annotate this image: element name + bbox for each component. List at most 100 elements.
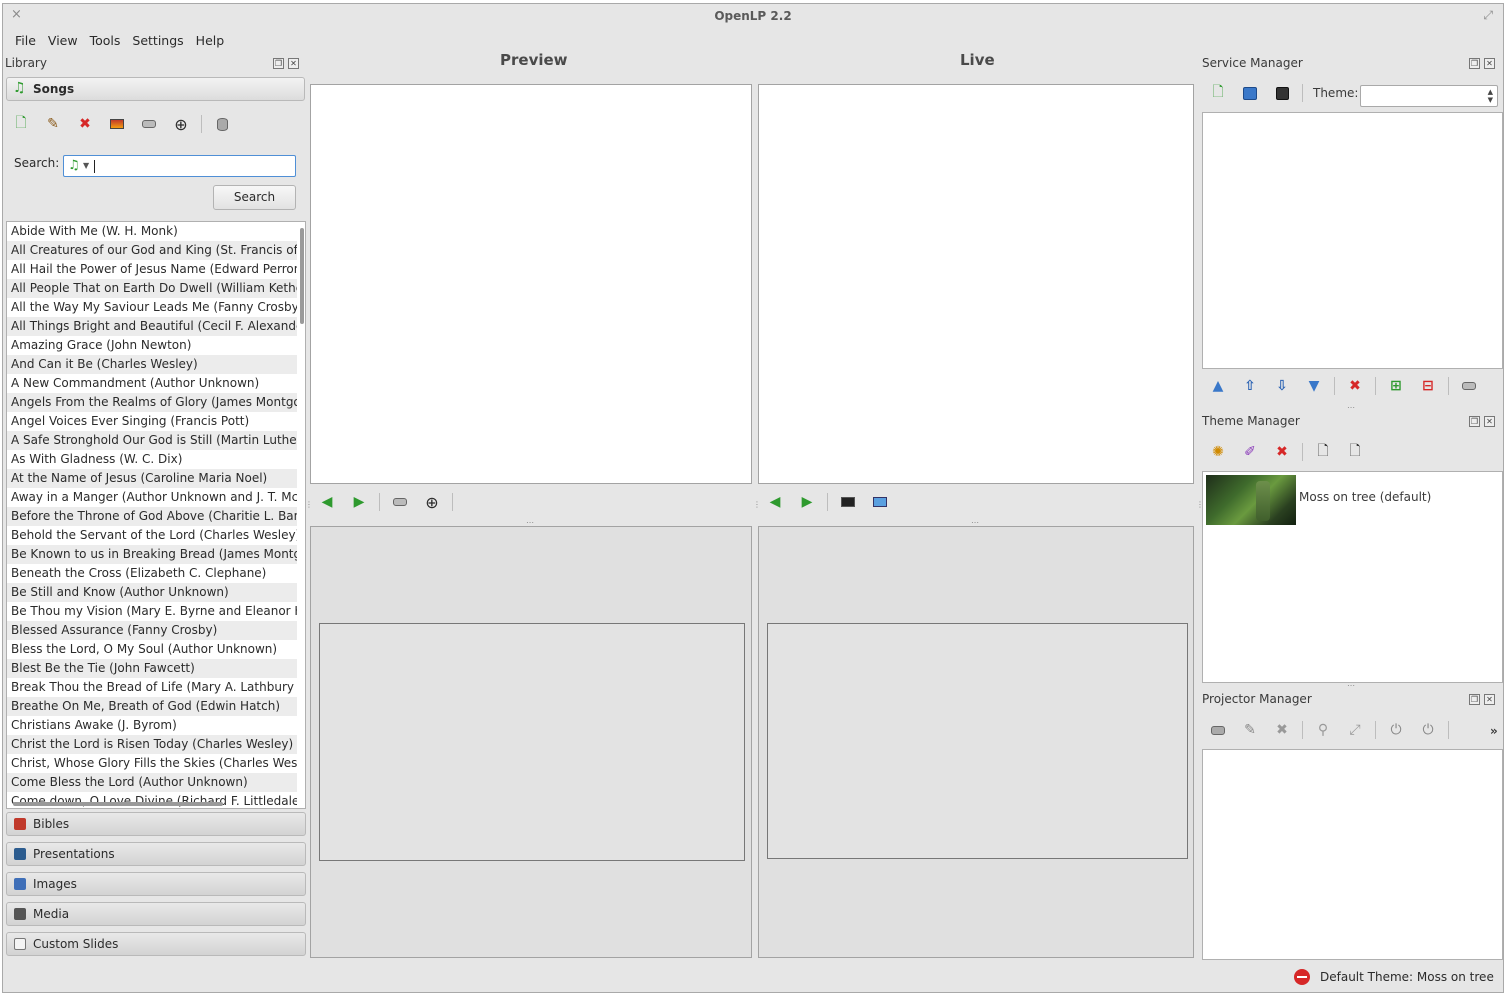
power-on-icon[interactable]: ⏻ <box>1380 718 1412 742</box>
show-desktop-icon[interactable] <box>864 490 896 514</box>
new-theme-icon[interactable]: ✺ <box>1202 440 1234 464</box>
song-list-item[interactable]: A Safe Stronghold Our God is Still (Mart… <box>7 431 297 450</box>
go-live-icon[interactable] <box>1453 374 1485 398</box>
menu-tools[interactable]: Tools <box>84 31 127 51</box>
plugin-tab-bibles[interactable]: Bibles <box>6 812 306 836</box>
move-to-top-icon[interactable]: ▲ <box>1202 374 1234 398</box>
song-list-item[interactable]: Behold the Servant of the Lord (Charles … <box>7 526 297 545</box>
song-list-item[interactable]: Amazing Grace (John Newton) <box>7 336 297 355</box>
database-icon[interactable] <box>206 112 238 136</box>
theme-thumbnail[interactable] <box>1206 475 1296 525</box>
add-to-service-icon[interactable]: ⊕ <box>416 490 448 514</box>
next-slide-icon[interactable]: ▶ <box>343 490 375 514</box>
service-list[interactable] <box>1202 112 1503 369</box>
edit-projector-icon[interactable]: ✎ <box>1234 718 1266 742</box>
close-dock-icon[interactable]: ✕ <box>1484 58 1495 69</box>
go-live-icon[interactable] <box>133 112 165 136</box>
song-list-item[interactable]: Break Thou the Bread of Life (Mary A. La… <box>7 678 297 697</box>
float-icon[interactable]: ❐ <box>1469 694 1480 705</box>
connect-icon[interactable]: ⚲ <box>1307 718 1339 742</box>
song-list[interactable]: Abide With Me (W. H. Monk) All Creatures … <box>6 221 306 809</box>
collapse-all-icon[interactable]: ⊟ <box>1412 374 1444 398</box>
song-list-item[interactable]: Be Thou my Vision (Mary E. Byrne and Ele… <box>7 602 297 621</box>
import-theme-icon[interactable]: 🗋 <box>1307 440 1339 464</box>
add-projector-icon[interactable] <box>1202 718 1234 742</box>
song-list-item[interactable]: All Creatures of our God and King (St. F… <box>7 241 297 260</box>
new-song-icon[interactable]: 🗋 <box>5 112 37 136</box>
move-up-icon[interactable]: ⇧ <box>1234 374 1266 398</box>
song-list-item[interactable]: All Things Bright and Beautiful (Cecil F… <box>7 317 297 336</box>
new-service-icon[interactable]: 🗋 <box>1202 81 1234 105</box>
spinner-arrows-icon[interactable]: ▲ ▼ <box>1488 88 1493 104</box>
open-service-icon[interactable] <box>1234 81 1266 105</box>
song-list-item[interactable]: Be Still and Know (Author Unknown) <box>7 583 297 602</box>
previous-slide-icon[interactable]: ◀ <box>311 490 343 514</box>
menu-file[interactable]: File <box>9 31 42 51</box>
disconnect-icon[interactable]: ⤢ <box>1339 718 1371 742</box>
edit-theme-icon[interactable]: ✐ <box>1234 440 1266 464</box>
search-button[interactable]: Search <box>213 185 296 210</box>
previous-slide-icon[interactable]: ◀ <box>759 490 791 514</box>
theme-item-name[interactable]: Moss on tree (default) <box>1299 490 1431 504</box>
splitter-grip[interactable]: ⋯ <box>1347 403 1355 412</box>
splitter-grip[interactable]: ⋯ <box>1347 681 1355 690</box>
preview-song-icon[interactable] <box>101 112 133 136</box>
song-list-item[interactable]: Before the Throne of God Above (Charitie… <box>7 507 297 526</box>
blank-screen-icon[interactable] <box>832 490 864 514</box>
plugin-tab-images[interactable]: Images <box>6 872 306 896</box>
theme-select[interactable]: ▲ ▼ <box>1360 85 1498 107</box>
horizontal-scrollbar[interactable] <box>13 802 223 806</box>
song-list-item[interactable]: Blessed Assurance (Fanny Crosby) <box>7 621 297 640</box>
song-list-item[interactable]: Beneath the Cross (Elizabeth C. Clephane… <box>7 564 297 583</box>
menu-settings[interactable]: Settings <box>126 31 189 51</box>
song-list-item[interactable]: A New Commandment (Author Unknown) <box>7 374 297 393</box>
menu-view[interactable]: View <box>42 31 84 51</box>
plugin-tab-custom-slides[interactable]: Custom Slides <box>6 932 306 956</box>
move-to-bottom-icon[interactable]: ▼ <box>1298 374 1330 398</box>
next-slide-icon[interactable]: ▶ <box>791 490 823 514</box>
more-tools-icon[interactable]: » <box>1490 724 1498 738</box>
song-list-item[interactable]: As With Gladness (W. C. Dix) <box>7 450 297 469</box>
delete-projector-icon[interactable]: ✖ <box>1266 718 1298 742</box>
song-list-item[interactable]: Blest Be the Tie (John Fawcett) <box>7 659 297 678</box>
song-list-item[interactable]: All People That on Earth Do Dwell (Willi… <box>7 279 297 298</box>
song-list-item[interactable]: All Hail the Power of Jesus Name (Edward… <box>7 260 297 279</box>
song-list-item[interactable]: Be Known to us in Breaking Bread (James … <box>7 545 297 564</box>
export-theme-icon[interactable]: 🗋 <box>1339 440 1371 464</box>
projector-list[interactable] <box>1202 749 1503 960</box>
float-icon[interactable]: ❐ <box>1469 58 1480 69</box>
plugin-tab-media[interactable]: Media <box>6 902 306 926</box>
power-off-icon[interactable]: ⏻ <box>1412 718 1444 742</box>
menu-help[interactable]: Help <box>190 31 231 51</box>
vertical-scrollbar[interactable] <box>300 228 304 324</box>
delete-song-icon[interactable]: ✖ <box>69 112 101 136</box>
delete-theme-icon[interactable]: ✖ <box>1266 440 1298 464</box>
song-list-item[interactable]: At the Name of Jesus (Caroline Maria Noe… <box>7 469 297 488</box>
float-icon[interactable]: ❐ <box>1469 416 1480 427</box>
song-list-item[interactable]: Christ the Lord is Risen Today (Charles … <box>7 735 297 754</box>
close-dock-icon[interactable]: ✕ <box>1484 694 1495 705</box>
song-list-item[interactable]: Come down, O Love Divine (Richard F. Lit… <box>7 792 297 808</box>
plugin-tab-presentations[interactable]: Presentations <box>6 842 306 866</box>
save-service-icon[interactable] <box>1266 81 1298 105</box>
close-dock-icon[interactable]: ✕ <box>1484 416 1495 427</box>
song-list-item[interactable]: Angels From the Realms of Glory (James M… <box>7 393 297 412</box>
song-list-item[interactable]: Bless the Lord, O My Soul (Author Unknow… <box>7 640 297 659</box>
song-list-item[interactable]: Christ, Whose Glory Fills the Skies (Cha… <box>7 754 297 773</box>
delete-item-icon[interactable]: ✖ <box>1339 374 1371 398</box>
maximize-icon[interactable]: ⤢ <box>1483 8 1493 23</box>
close-dock-icon[interactable]: ✕ <box>288 58 299 69</box>
expand-all-icon[interactable]: ⊞ <box>1380 374 1412 398</box>
go-live-icon[interactable] <box>384 490 416 514</box>
splitter-grip[interactable]: ⋮ <box>753 500 761 509</box>
song-list-item[interactable]: Come Bless the Lord (Author Unknown) <box>7 773 297 792</box>
move-down-icon[interactable]: ⇩ <box>1266 374 1298 398</box>
song-list-item[interactable]: Abide With Me (W. H. Monk) <box>7 222 297 241</box>
song-list-item[interactable]: All the Way My Saviour Leads Me (Fanny C… <box>7 298 297 317</box>
song-list-item[interactable]: And Can it Be (Charles Wesley) <box>7 355 297 374</box>
splitter-grip[interactable]: ⋮ <box>305 500 313 509</box>
song-list-item[interactable]: Angel Voices Ever Singing (Francis Pott) <box>7 412 297 431</box>
songs-header[interactable]: ♫ Songs <box>6 77 305 101</box>
chevron-down-icon[interactable]: ▼ <box>83 161 89 170</box>
float-icon[interactable]: ❐ <box>273 58 284 69</box>
